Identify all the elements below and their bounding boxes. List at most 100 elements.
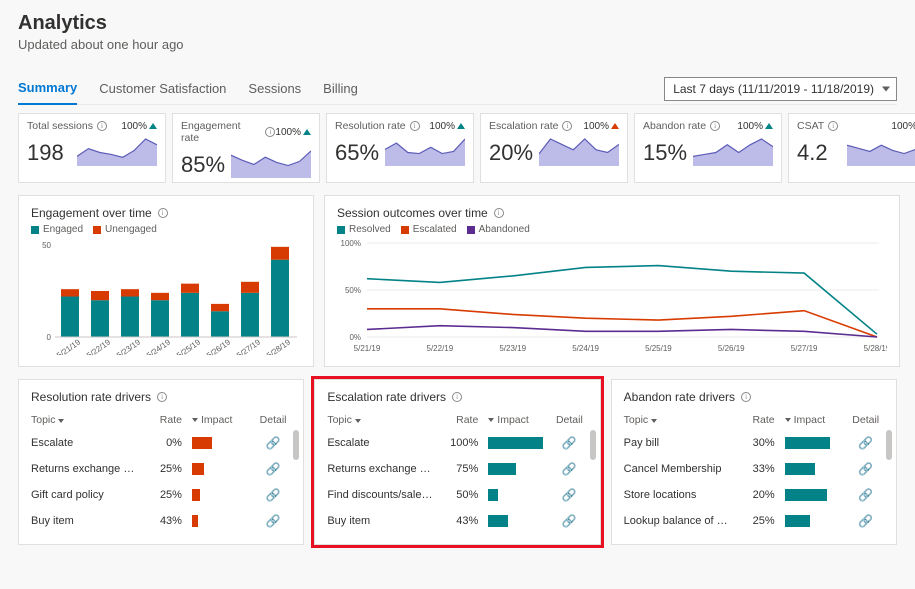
kpi-value: 65% bbox=[335, 140, 381, 166]
scrollbar[interactable] bbox=[293, 430, 299, 460]
info-icon[interactable] bbox=[562, 121, 572, 131]
legend-swatch bbox=[31, 226, 39, 234]
cell-rate: 43% bbox=[442, 515, 478, 527]
impact-bar bbox=[488, 515, 508, 527]
cell-impact bbox=[478, 489, 551, 501]
svg-text:5/24/19: 5/24/19 bbox=[572, 344, 599, 353]
svg-text:5/23/19: 5/23/19 bbox=[499, 344, 526, 353]
info-icon[interactable] bbox=[494, 208, 504, 218]
kpi-label: Abandon rate bbox=[643, 120, 706, 132]
page-title: Analytics bbox=[18, 12, 897, 35]
outcomes-title: Session outcomes over time bbox=[337, 206, 488, 220]
col-detail: Detail bbox=[848, 414, 884, 426]
detail-link-icon[interactable]: 🔗 bbox=[266, 436, 281, 450]
cell-rate: 25% bbox=[146, 489, 182, 501]
drivers-row: Resolution rate drivers Topic Rate Impac… bbox=[18, 379, 897, 545]
kpi-card: Total sessions 100% 198 bbox=[18, 113, 166, 183]
col-topic[interactable]: Topic bbox=[327, 414, 442, 426]
legend-swatch bbox=[337, 226, 345, 234]
legend-item: Unengaged bbox=[93, 224, 157, 235]
col-rate[interactable]: Rate bbox=[146, 414, 182, 426]
legend-label: Unengaged bbox=[105, 224, 157, 235]
info-icon[interactable] bbox=[265, 127, 275, 137]
info-icon[interactable] bbox=[97, 121, 107, 131]
col-rate[interactable]: Rate bbox=[738, 414, 774, 426]
cell-topic: Pay bill bbox=[624, 437, 739, 449]
info-icon[interactable] bbox=[410, 121, 420, 131]
detail-link-icon[interactable]: 🔗 bbox=[562, 436, 577, 450]
cell-impact bbox=[182, 489, 255, 501]
driver-card: Abandon rate drivers Topic Rate Impact D… bbox=[611, 379, 897, 545]
tab-billing[interactable]: Billing bbox=[323, 75, 358, 104]
cell-topic: Escalate bbox=[327, 437, 442, 449]
kpi-card: Resolution rate 100% 65% bbox=[326, 113, 474, 183]
chevron-down-icon bbox=[785, 418, 791, 422]
kpi-sparkline bbox=[77, 136, 157, 166]
cell-rate: 30% bbox=[738, 437, 774, 449]
detail-link-icon[interactable]: 🔗 bbox=[266, 462, 281, 476]
detail-link-icon[interactable]: 🔗 bbox=[562, 488, 577, 502]
legend-swatch bbox=[467, 226, 475, 234]
tab-summary[interactable]: Summary bbox=[18, 74, 77, 105]
info-icon[interactable] bbox=[710, 121, 720, 131]
chevron-down-icon bbox=[192, 418, 198, 422]
cell-topic: Buy item bbox=[31, 515, 146, 527]
detail-link-icon[interactable]: 🔗 bbox=[858, 514, 873, 528]
col-impact[interactable]: Impact bbox=[478, 414, 551, 426]
tab-sessions[interactable]: Sessions bbox=[248, 75, 301, 104]
legend-item: Resolved bbox=[337, 224, 391, 235]
tab-customer-satisfaction[interactable]: Customer Satisfaction bbox=[99, 75, 226, 104]
scrollbar[interactable] bbox=[590, 430, 596, 460]
cell-impact bbox=[775, 489, 848, 501]
svg-text:5/26/19: 5/26/19 bbox=[205, 337, 232, 355]
detail-link-icon[interactable]: 🔗 bbox=[858, 488, 873, 502]
chevron-down-icon bbox=[488, 418, 494, 422]
kpi-label: Total sessions bbox=[27, 120, 93, 132]
detail-link-icon[interactable]: 🔗 bbox=[562, 462, 577, 476]
kpi-value: 85% bbox=[181, 152, 227, 178]
kpi-value: 15% bbox=[643, 140, 689, 166]
kpi-card: CSAT 100% 4.2 bbox=[788, 113, 915, 183]
detail-link-icon[interactable]: 🔗 bbox=[266, 514, 281, 528]
kpi-label: CSAT bbox=[797, 120, 824, 132]
cell-topic: Buy item bbox=[327, 515, 442, 527]
svg-text:5/24/19: 5/24/19 bbox=[145, 337, 172, 355]
trend-up-icon bbox=[303, 129, 311, 135]
table-header: Topic Rate Impact Detail bbox=[624, 414, 884, 430]
chevron-down-icon bbox=[355, 419, 361, 423]
kpi-sparkline bbox=[539, 136, 619, 166]
detail-link-icon[interactable]: 🔗 bbox=[266, 488, 281, 502]
detail-link-icon[interactable]: 🔗 bbox=[858, 436, 873, 450]
driver-title: Abandon rate drivers bbox=[624, 390, 735, 404]
svg-text:5/21/19: 5/21/19 bbox=[55, 337, 82, 355]
col-rate[interactable]: Rate bbox=[442, 414, 478, 426]
svg-text:5/25/19: 5/25/19 bbox=[175, 337, 202, 355]
cell-rate: 25% bbox=[146, 463, 182, 475]
col-impact[interactable]: Impact bbox=[775, 414, 848, 426]
col-topic[interactable]: Topic bbox=[624, 414, 739, 426]
scrollbar[interactable] bbox=[886, 430, 892, 460]
chevron-down-icon bbox=[58, 419, 64, 423]
detail-link-icon[interactable]: 🔗 bbox=[858, 462, 873, 476]
date-range-dropdown[interactable]: Last 7 days (11/11/2019 - 11/18/2019) bbox=[664, 77, 897, 101]
cell-topic: Find discounts/sales/de... bbox=[327, 489, 442, 501]
info-icon[interactable] bbox=[828, 121, 838, 131]
col-impact[interactable]: Impact bbox=[182, 414, 255, 426]
cell-rate: 20% bbox=[738, 489, 774, 501]
kpi-percent: 100% bbox=[121, 121, 157, 132]
table-row: Buy item 43% 🔗 bbox=[31, 508, 291, 534]
info-icon[interactable] bbox=[157, 392, 167, 402]
info-icon[interactable] bbox=[741, 392, 751, 402]
detail-link-icon[interactable]: 🔗 bbox=[562, 514, 577, 528]
col-topic[interactable]: Topic bbox=[31, 414, 146, 426]
trend-up-icon bbox=[149, 123, 157, 129]
table-row: Cancel Membership 33% 🔗 bbox=[624, 456, 884, 482]
kpi-card: Engagement rate 100% 85% bbox=[172, 113, 320, 183]
info-icon[interactable] bbox=[158, 208, 168, 218]
impact-bar bbox=[192, 463, 204, 475]
legend-label: Escalated bbox=[413, 224, 457, 235]
info-icon[interactable] bbox=[452, 392, 462, 402]
kpi-label: Resolution rate bbox=[335, 120, 406, 132]
impact-bar bbox=[192, 515, 198, 527]
cell-impact bbox=[478, 437, 551, 449]
